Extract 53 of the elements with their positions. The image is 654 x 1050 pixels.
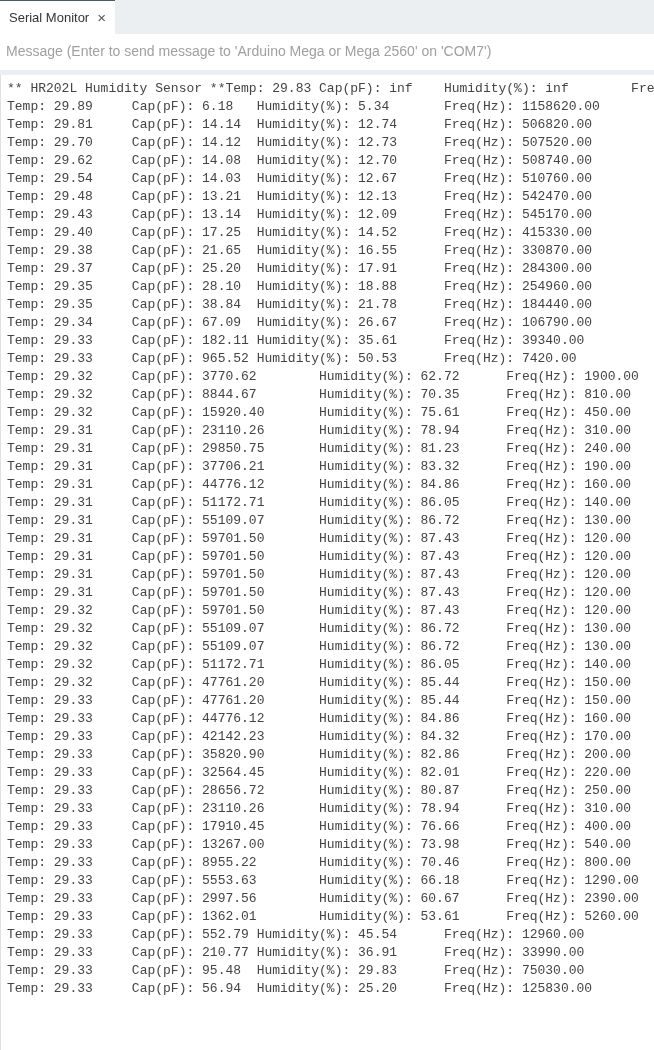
output-line: Temp: 29.32 Cap(pF): 15920.40 Humidity(%): 75.61 Freq(Hz): 450.00: [7, 404, 632, 422]
output-line: Temp: 29.31 Cap(pF): 29850.75 Humidity(%): 81.23 Freq(Hz): 240.00: [7, 440, 632, 458]
output-line: Temp: 29.32 Cap(pF): 8844.67 Humidity(%): 70.35 Freq(Hz): 810.00: [7, 386, 632, 404]
output-line: Temp: 29.37 Cap(pF): 25.20 Humidity(%): 17.91 Freq(Hz): 284300.00: [7, 260, 593, 278]
close-icon[interactable]: ×: [97, 10, 106, 25]
output-line: Temp: 29.70 Cap(pF): 14.12 Humidity(%): 12.73 Freq(Hz): 507520.00: [7, 134, 593, 152]
output-line: Temp: 29.81 Cap(pF): 14.14 Humidity(%): 12.74 Freq(Hz): 506820.00: [7, 116, 593, 134]
output-line: Temp: 29.33 Cap(pF): 32564.45 Humidity(%): 82.01 Freq(Hz): 220.00: [7, 764, 632, 782]
output-line: Temp: 29.33 Cap(pF): 35820.90 Humidity(%): 82.86 Freq(Hz): 200.00: [7, 746, 632, 764]
output-line: Temp: 29.31 Cap(pF): 59701.50 Humidity(%): 87.43 Freq(Hz): 120.00: [7, 584, 632, 602]
output-line: Temp: 29.38 Cap(pF): 21.65 Humidity(%): 16.55 Freq(Hz): 330870.00: [7, 242, 593, 260]
output-line: Temp: 29.33 Cap(pF): 56.94 Humidity(%): 25.20 Freq(Hz): 125830.00: [7, 980, 593, 998]
output-line: Temp: 29.34 Cap(pF): 67.09 Humidity(%): 26.67 Freq(Hz): 106790.00: [7, 314, 593, 332]
output-line: Temp: 29.33 Cap(pF): 1362.01 Humidity(%): 53.61 Freq(Hz): 5260.00: [7, 908, 639, 926]
output-line: Temp: 29.31 Cap(pF): 59701.50 Humidity(%): 87.43 Freq(Hz): 120.00: [7, 548, 632, 566]
output-line: Temp: 29.33 Cap(pF): 5553.63 Humidity(%): 66.18 Freq(Hz): 1290.00: [7, 872, 639, 890]
output-line: Temp: 29.40 Cap(pF): 17.25 Humidity(%): 14.52 Freq(Hz): 415330.00: [7, 224, 593, 242]
output-line: Temp: 29.33 Cap(pF): 42142.23 Humidity(%): 84.32 Freq(Hz): 170.00: [7, 728, 632, 746]
output-line: Temp: 29.33 Cap(pF): 95.48 Humidity(%): 29.83 Freq(Hz): 75030.00: [7, 962, 585, 980]
output-line: Temp: 29.33 Cap(pF): 44776.12 Humidity(%): 84.86 Freq(Hz): 160.00: [7, 710, 632, 728]
output-line: Temp: 29.33 Cap(pF): 28656.72 Humidity(%): 80.87 Freq(Hz): 250.00: [7, 782, 632, 800]
output-line: Temp: 29.33 Cap(pF): 552.79 Humidity(%): 45.54 Freq(Hz): 12960.00: [7, 926, 585, 944]
output-line: Temp: 29.33 Cap(pF): 182.11 Humidity(%): 35.61 Freq(Hz): 39340.00: [7, 332, 585, 350]
output-line: Temp: 29.33 Cap(pF): 47761.20 Humidity(%): 85.44 Freq(Hz): 150.00: [7, 692, 632, 710]
output-line: Temp: 29.32 Cap(pF): 51172.71 Humidity(%): 86.05 Freq(Hz): 140.00: [7, 656, 632, 674]
output-line: Temp: 29.33 Cap(pF): 2997.56 Humidity(%): 60.67 Freq(Hz): 2390.00: [7, 890, 639, 908]
output-line: Temp: 29.31 Cap(pF): 59701.50 Humidity(%): 87.43 Freq(Hz): 120.00: [7, 566, 632, 584]
output-line: Temp: 29.48 Cap(pF): 13.21 Humidity(%): 12.13 Freq(Hz): 542470.00: [7, 188, 593, 206]
output-line: Temp: 29.32 Cap(pF): 55109.07 Humidity(%): 86.72 Freq(Hz): 130.00: [7, 638, 632, 656]
output-line: Temp: 29.32 Cap(pF): 47761.20 Humidity(%): 85.44 Freq(Hz): 150.00: [7, 674, 632, 692]
output-line: Temp: 29.31 Cap(pF): 44776.12 Humidity(%): 84.86 Freq(Hz): 160.00: [7, 476, 632, 494]
output-line: Temp: 29.33 Cap(pF): 17910.45 Humidity(%): 76.66 Freq(Hz): 400.00: [7, 818, 632, 836]
output-line: Temp: 29.31 Cap(pF): 37706.21 Humidity(%): 83.32 Freq(Hz): 190.00: [7, 458, 632, 476]
output-line: Temp: 29.32 Cap(pF): 3770.62 Humidity(%): 62.72 Freq(Hz): 1900.00: [7, 368, 639, 386]
output-line: Temp: 29.31 Cap(pF): 59701.50 Humidity(%): 87.43 Freq(Hz): 120.00: [7, 530, 632, 548]
output-line: Temp: 29.54 Cap(pF): 14.03 Humidity(%): 12.67 Freq(Hz): 510760.00: [7, 170, 593, 188]
output-line: Temp: 29.89 Cap(pF): 6.18 Humidity(%): 5.34 Freq(Hz): 1158620.00: [7, 98, 600, 116]
output-line: Temp: 29.33 Cap(pF): 13267.00 Humidity(%): 73.98 Freq(Hz): 540.00: [7, 836, 632, 854]
output-line: Temp: 29.32 Cap(pF): 59701.50 Humidity(%): 87.43 Freq(Hz): 120.00: [7, 602, 632, 620]
output-line: Temp: 29.33 Cap(pF): 965.52 Humidity(%): 50.53 Freq(Hz): 7420.00: [7, 350, 577, 368]
output-line: Temp: 29.43 Cap(pF): 13.14 Humidity(%): 12.09 Freq(Hz): 545170.00: [7, 206, 593, 224]
output-line: Temp: 29.33 Cap(pF): 8955.22 Humidity(%): 70.46 Freq(Hz): 800.00: [7, 854, 632, 872]
serial-monitor-tab[interactable]: Serial Monitor ×: [0, 0, 115, 34]
output-line: Temp: 29.32 Cap(pF): 55109.07 Humidity(%): 86.72 Freq(Hz): 130.00: [7, 620, 632, 638]
output-line: Temp: 29.35 Cap(pF): 28.10 Humidity(%): 18.88 Freq(Hz): 254960.00: [7, 278, 593, 296]
output-line: Temp: 29.31 Cap(pF): 55109.07 Humidity(%): 86.72 Freq(Hz): 130.00: [7, 512, 632, 530]
output-line: Temp: 29.62 Cap(pF): 14.08 Humidity(%): 12.70 Freq(Hz): 508740.00: [7, 152, 593, 170]
output-line: Temp: 29.35 Cap(pF): 38.84 Humidity(%): 21.78 Freq(Hz): 184440.00: [7, 296, 593, 314]
output-line: ** HR202L Humidity Sensor **Temp: 29.83 Cap(pF): inf Humidity(%): inf Fre: [7, 80, 654, 98]
output-line: Temp: 29.33 Cap(pF): 23110.26 Humidity(%): 78.94 Freq(Hz): 310.00: [7, 800, 632, 818]
output-line: Temp: 29.31 Cap(pF): 23110.26 Humidity(%): 78.94 Freq(Hz): 310.00: [7, 422, 632, 440]
output-line: Temp: 29.33 Cap(pF): 210.77 Humidity(%): 36.91 Freq(Hz): 33990.00: [7, 944, 585, 962]
output-line: Temp: 29.31 Cap(pF): 51172.71 Humidity(%): 86.05 Freq(Hz): 140.00: [7, 494, 632, 512]
